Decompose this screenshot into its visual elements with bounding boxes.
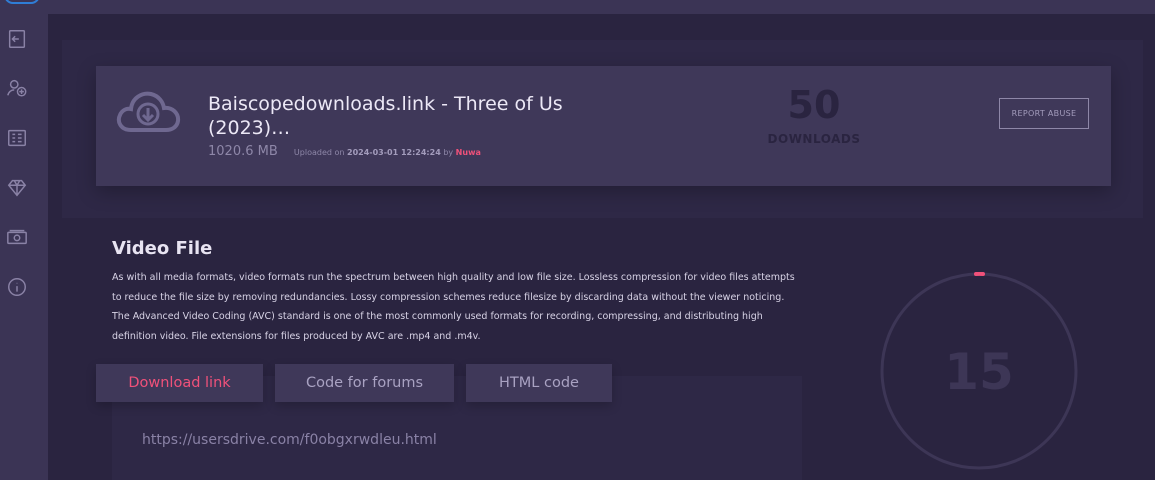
list-icon[interactable] [5, 126, 29, 150]
cloud-download-icon [114, 86, 182, 140]
tab-html-code[interactable]: HTML code [466, 364, 612, 402]
uploader-link[interactable]: Nuwa [456, 148, 481, 157]
file-header-card: Baiscopedownloads.link - Three of Us (20… [96, 66, 1111, 186]
info-icon[interactable] [5, 275, 29, 299]
tab-download-link[interactable]: Download link [96, 364, 263, 402]
file-description: As with all media formats, video formats… [112, 272, 795, 342]
tab-code-for-forums[interactable]: Code for forums [275, 364, 454, 402]
logo[interactable] [4, 0, 40, 4]
section-title: Video File [112, 238, 213, 259]
download-url[interactable]: https://usersdrive.com/f0obgxrwdleu.html [142, 432, 437, 448]
add-user-icon[interactable] [5, 76, 29, 100]
report-abuse-button[interactable]: REPORT ABUSE [999, 98, 1089, 129]
file-size: 1020.6 MB [208, 144, 278, 159]
downloads-label: DOWNLOADS [767, 132, 861, 146]
file-title: Baiscopedownloads.link - Three of Us (20… [208, 93, 563, 139]
file-meta: 1020.6 MB Uploaded on 2024-03-01 12:24:2… [208, 144, 481, 159]
money-icon[interactable] [5, 225, 29, 249]
diamond-icon[interactable] [5, 176, 29, 200]
uploaded-prefix: Uploaded on [293, 148, 345, 157]
countdown-timer: 15 [880, 271, 1078, 470]
downloads-count: 50 [787, 83, 841, 127]
sidebar [0, 0, 48, 480]
upload-info: Uploaded on 2024-03-01 12:24:24 by Nuwa [294, 148, 481, 157]
top-bar [48, 0, 1155, 14]
upload-date: 2024-03-01 12:24:24 [347, 148, 441, 157]
uploaded-by-label: by [443, 148, 454, 157]
sign-in-icon[interactable] [5, 27, 29, 51]
countdown-value: 15 [944, 343, 1014, 401]
